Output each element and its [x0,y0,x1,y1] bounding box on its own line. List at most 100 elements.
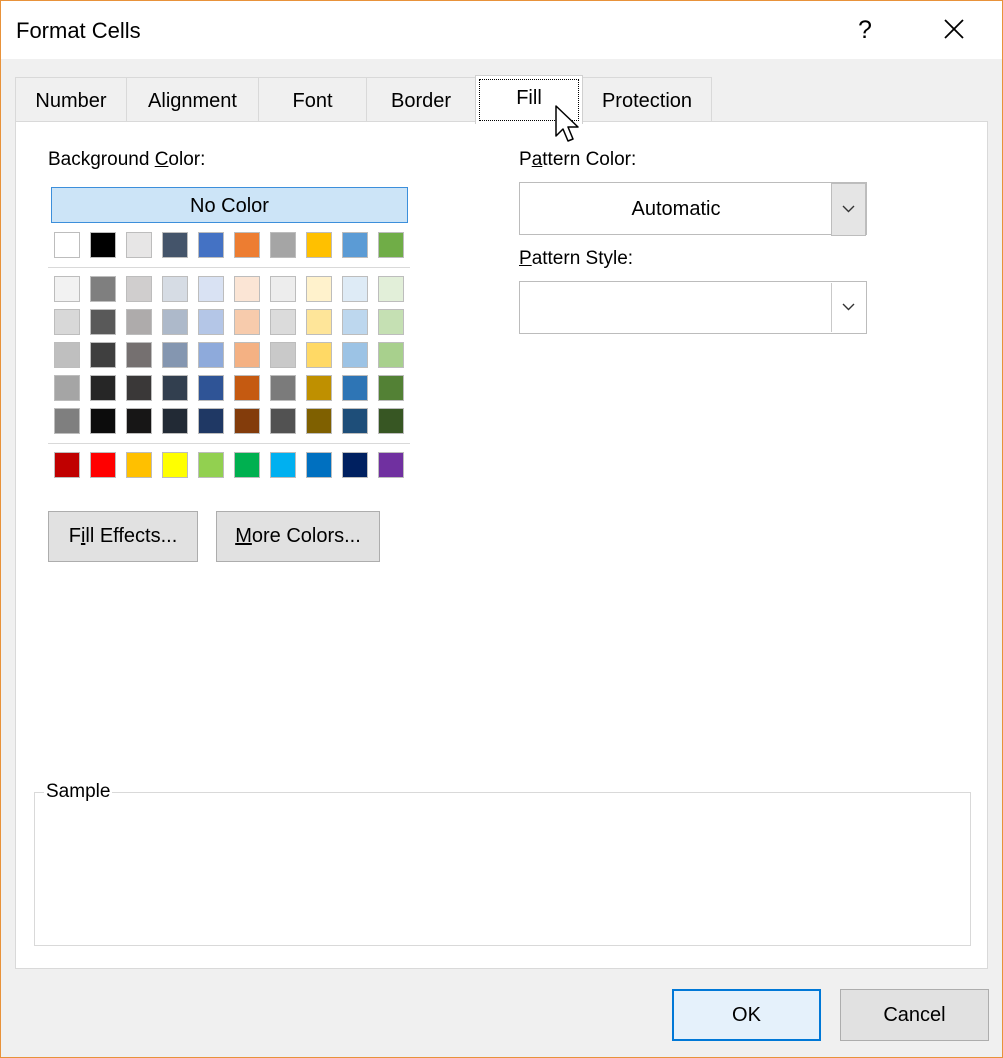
theme-color-swatch-3[interactable] [126,232,152,258]
tint-row-1-swatch-9[interactable] [342,276,368,302]
tint-row-5-swatch-7[interactable] [270,408,296,434]
tint-row-4-swatch-6[interactable] [234,375,260,401]
tint-row-2-swatch-1[interactable] [54,309,80,335]
more-colors-button[interactable]: More Colors... [216,511,380,562]
tint-row-5-swatch-9[interactable] [342,408,368,434]
tab-font-label: Font [292,90,333,112]
pattern-color-dropdown[interactable]: Automatic [519,182,867,236]
tint-row-1-swatch-8[interactable] [306,276,332,302]
tint-row-3-swatch-1[interactable] [54,342,80,368]
tint-row-3-swatch-3[interactable] [126,342,152,368]
mouse-cursor-icon [555,105,579,142]
theme-color-swatch-8[interactable] [306,232,332,258]
tint-row-2-swatch-6[interactable] [234,309,260,335]
standard-color-swatch-10[interactable] [378,452,404,478]
tint-row-4-swatch-7[interactable] [270,375,296,401]
tint-row-4-swatch-9[interactable] [342,375,368,401]
tint-row-1-swatch-2[interactable] [90,276,116,302]
tint-row-5-swatch-4[interactable] [162,408,188,434]
tint-row-3-swatch-9[interactable] [342,342,368,368]
standard-color-swatch-9[interactable] [342,452,368,478]
standard-color-swatch-5[interactable] [198,452,224,478]
standard-color-swatch-4[interactable] [162,452,188,478]
tint-row-2-swatch-4[interactable] [162,309,188,335]
tab-font[interactable]: Font [258,77,367,122]
tab-fill-label: Fill [516,87,542,109]
fill-effects-button[interactable]: Fill Effects... [48,511,198,562]
sample-preview [34,792,971,946]
tint-row-4-swatch-4[interactable] [162,375,188,401]
tint-row-1-swatch-7[interactable] [270,276,296,302]
tint-row-2-swatch-5[interactable] [198,309,224,335]
close-button[interactable] [941,15,969,45]
tint-row-1-swatch-6[interactable] [234,276,260,302]
theme-color-swatch-10[interactable] [378,232,404,258]
standard-color-swatch-3[interactable] [126,452,152,478]
theme-color-swatch-4[interactable] [162,232,188,258]
pattern-style-dropdown[interactable] [519,281,867,334]
standard-color-swatch-6[interactable] [234,452,260,478]
tint-row-3-swatch-6[interactable] [234,342,260,368]
tint-row-2-swatch-9[interactable] [342,309,368,335]
pattern-style-label: Pattern Style: [519,248,634,269]
tint-row-5-swatch-6[interactable] [234,408,260,434]
cancel-button[interactable]: Cancel [840,989,989,1041]
tint-row-5-swatch-8[interactable] [306,408,332,434]
tint-row-4-swatch-8[interactable] [306,375,332,401]
tint-row-4-swatch-10[interactable] [378,375,404,401]
tint-row-1-swatch-3[interactable] [126,276,152,302]
tab-border[interactable]: Border [366,77,476,122]
tint-row-2-swatch-8[interactable] [306,309,332,335]
tint-row-3-swatch-2[interactable] [90,342,116,368]
standard-color-swatch-1[interactable] [54,452,80,478]
tint-row-3-swatch-7[interactable] [270,342,296,368]
format-cells-dialog: Format Cells ? Number Alignment Font Bor… [0,0,1003,1058]
tint-row-5-swatch-3[interactable] [126,408,152,434]
pattern-color-dropdown-button[interactable] [831,183,866,236]
chevron-down-icon [842,303,855,311]
tint-row-5-swatch-10[interactable] [378,408,404,434]
pattern-style-dropdown-button[interactable] [831,283,865,332]
tint-row-1-swatch-1[interactable] [54,276,80,302]
standard-color-swatch-8[interactable] [306,452,332,478]
tint-row-2-swatch-2[interactable] [90,309,116,335]
tint-row-2-swatch-10[interactable] [378,309,404,335]
tab-number[interactable]: Number [15,77,127,122]
tint-row-1-swatch-5[interactable] [198,276,224,302]
tint-row-5-swatch-1[interactable] [54,408,80,434]
tint-row-3-swatch-5[interactable] [198,342,224,368]
tab-protection-label: Protection [601,90,693,112]
standard-color-swatch-2[interactable] [90,452,116,478]
tint-row-1-swatch-10[interactable] [378,276,404,302]
theme-color-swatch-6[interactable] [234,232,260,258]
dialog-title: Format Cells [16,18,141,43]
tab-border-label: Border [390,90,452,112]
theme-color-swatch-9[interactable] [342,232,368,258]
tab-alignment-label: Alignment [148,90,237,112]
theme-color-swatch-5[interactable] [198,232,224,258]
ok-button[interactable]: OK [672,989,821,1041]
tint-row-5-swatch-2[interactable] [90,408,116,434]
theme-color-swatch-2[interactable] [90,232,116,258]
tint-row-2-swatch-7[interactable] [270,309,296,335]
tint-row-2-swatch-3[interactable] [126,309,152,335]
tint-row-4-swatch-3[interactable] [126,375,152,401]
tint-row-1-swatch-4[interactable] [162,276,188,302]
tint-row-4-swatch-2[interactable] [90,375,116,401]
palette-separator [48,443,410,444]
tint-row-5-swatch-5[interactable] [198,408,224,434]
no-color-button[interactable]: No Color [51,187,408,223]
theme-color-swatch-1[interactable] [54,232,80,258]
tab-protection[interactable]: Protection [582,77,712,122]
tint-row-4-swatch-5[interactable] [198,375,224,401]
tint-row-4-swatch-1[interactable] [54,375,80,401]
tint-row-3-swatch-10[interactable] [378,342,404,368]
help-button[interactable]: ? [853,13,877,47]
tint-row-3-swatch-4[interactable] [162,342,188,368]
theme-color-swatch-7[interactable] [270,232,296,258]
tint-row-3-swatch-8[interactable] [306,342,332,368]
sample-label: Sample [44,781,113,803]
standard-color-swatch-7[interactable] [270,452,296,478]
tab-alignment[interactable]: Alignment [126,77,259,122]
title-bar: Format Cells ? [1,1,1002,59]
